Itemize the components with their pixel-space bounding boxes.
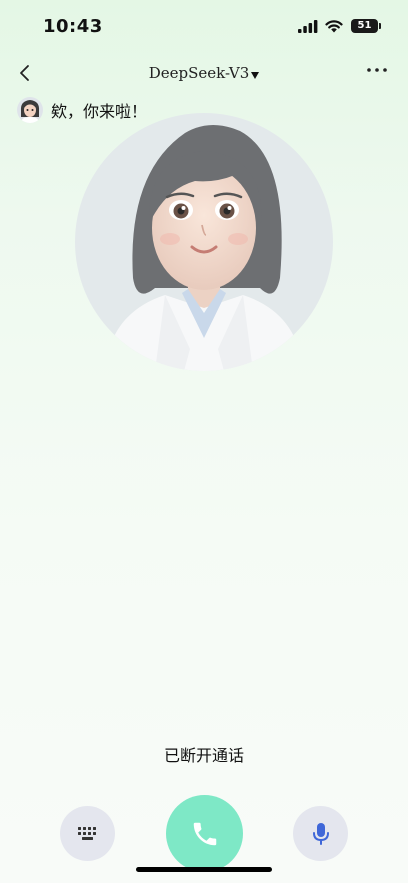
avatar — [17, 97, 43, 123]
cellular-signal-icon — [298, 20, 318, 33]
keyboard-button[interactable] — [60, 806, 115, 861]
call-status-text: 已断开通话 — [163, 746, 244, 765]
nav-bar: DeepSeek-V3 — [0, 54, 408, 94]
microphone-icon — [312, 822, 329, 845]
wifi-icon — [325, 20, 343, 33]
microphone-button[interactable] — [293, 806, 348, 861]
phone-icon — [193, 822, 216, 845]
status-bar: 10:43 51 — [0, 0, 408, 54]
model-selector[interactable]: DeepSeek-V3 — [0, 63, 408, 82]
dropdown-arrow-icon — [251, 72, 260, 79]
keypad-icon — [77, 826, 96, 840]
status-time: 10:43 — [43, 16, 103, 37]
more-options-button[interactable] — [364, 60, 390, 80]
home-indicator — [136, 867, 272, 872]
call-button[interactable] — [166, 795, 243, 872]
character-portrait — [75, 113, 333, 371]
battery-indicator: 51 — [351, 19, 378, 33]
page-title: DeepSeek-V3 — [148, 64, 250, 82]
battery-tip — [379, 23, 381, 29]
